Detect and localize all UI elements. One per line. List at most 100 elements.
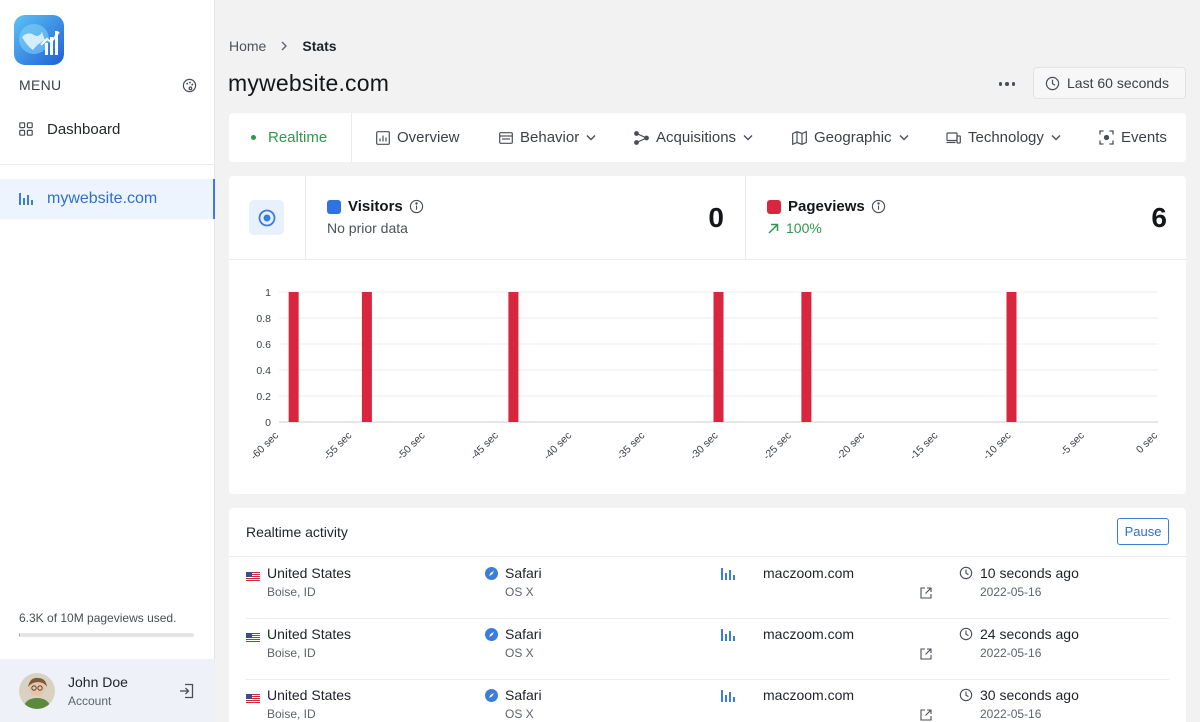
- breadcrumb-current: Stats: [302, 38, 337, 54]
- tab-geographic[interactable]: Geographic: [792, 113, 909, 162]
- realtime-bar-chart: 0 0.2 0.4 0.6 0.8 1 -60 sec -55 sec -50 sec -45 s…: [248, 287, 1160, 463]
- activity-row: United States Boise, ID Safari OS X macz…: [246, 558, 1169, 619]
- x-tick-label: -15 sec: [908, 430, 941, 463]
- tab-divider: [351, 113, 352, 162]
- pageview-bar: [288, 292, 299, 422]
- pageview-bar: [1006, 292, 1017, 422]
- x-tick-label: -5 sec: [1058, 430, 1087, 459]
- clock-icon: [959, 688, 973, 702]
- realtime-chart: 0 0.2 0.4 0.6 0.8 1 -60 sec -55 sec -50 sec -45 s…: [229, 260, 1186, 494]
- realtime-activity-panel: Realtime activity Pause United States Bo…: [229, 508, 1186, 722]
- tab-acquisitions[interactable]: Acquisitions: [634, 113, 753, 162]
- y-tick-label: 1: [265, 287, 271, 299]
- time-range-button[interactable]: Last 60 seconds: [1033, 67, 1186, 99]
- external-link-icon[interactable]: [920, 586, 932, 599]
- map-icon: [792, 130, 807, 145]
- visitors-label: Visitors: [348, 198, 403, 215]
- tab-label: Events: [1121, 129, 1167, 146]
- external-link-icon[interactable]: [920, 708, 932, 721]
- arrow-up-right-icon: [768, 223, 779, 234]
- visitors-metric[interactable]: Visitors No prior data: [327, 198, 424, 236]
- x-tick-label: -30 sec: [688, 430, 721, 463]
- safari-icon: [485, 567, 498, 580]
- info-icon[interactable]: [409, 199, 424, 214]
- tab-label: Realtime: [268, 129, 328, 146]
- visitors-title: Visitors: [327, 198, 424, 215]
- activity-row: United States Boise, ID Safari OS X macz…: [246, 680, 1169, 722]
- pageviews-swatch: [767, 199, 781, 214]
- pause-button[interactable]: Pause: [1117, 518, 1169, 545]
- tab-label: Behavior: [520, 129, 580, 146]
- sidebar-item-website[interactable]: mywebsite.com: [0, 179, 215, 219]
- external-link-icon[interactable]: [920, 647, 932, 660]
- pageviews-title: Pageviews: [767, 198, 886, 215]
- us-flag-icon: [246, 629, 260, 642]
- info-icon[interactable]: [871, 199, 886, 214]
- account-panel[interactable]: John Doe Account: [0, 659, 215, 722]
- pageviews-value: 6: [1151, 202, 1167, 233]
- visitor-os: OS X: [505, 707, 534, 721]
- visited-site: maczoom.com: [763, 687, 855, 703]
- tab-realtime[interactable]: Realtime: [251, 113, 327, 162]
- more-dot-icon: [1011, 82, 1016, 86]
- devices-icon: [946, 131, 961, 144]
- x-tick-label: -20 sec: [834, 430, 867, 463]
- visit-date: 2022-05-16: [980, 646, 1042, 660]
- pageviews-label: Pageviews: [788, 198, 865, 215]
- visitor-country: United States: [267, 687, 352, 703]
- more-dot-icon: [998, 82, 1003, 86]
- us-flag-icon: [246, 690, 260, 703]
- tab-overview[interactable]: Overview: [376, 113, 460, 162]
- sidebar-item-label: mywebsite.com: [47, 190, 158, 207]
- more-options-button[interactable]: [994, 76, 1020, 92]
- breadcrumb-home[interactable]: Home: [229, 38, 266, 54]
- safari-icon: [485, 689, 498, 702]
- app-logo: [14, 15, 64, 65]
- bar-chart-icon[interactable]: [721, 689, 736, 703]
- x-tick-label: -55 sec: [322, 430, 355, 463]
- logout-icon[interactable]: [179, 683, 195, 699]
- live-dot-icon: [251, 135, 256, 140]
- browser-window-icon: [499, 131, 513, 144]
- focus-target-icon: [1099, 130, 1114, 145]
- visit-time: 24 seconds ago: [980, 626, 1079, 642]
- visitor-browser: Safari: [505, 687, 542, 703]
- pageviews-metric[interactable]: Pageviews 100%: [767, 198, 886, 236]
- metric-divider: [745, 176, 746, 260]
- clock-icon: [1045, 76, 1060, 90]
- pageview-bar: [361, 292, 372, 422]
- account-text: John Doe Account: [68, 674, 128, 708]
- visited-site: maczoom.com: [763, 565, 855, 581]
- tab-label: Geographic: [814, 129, 892, 146]
- sidebar-item-dashboard[interactable]: Dashboard: [0, 109, 215, 149]
- visitors-change: No prior data: [327, 220, 408, 236]
- tab-technology[interactable]: Technology: [946, 113, 1061, 162]
- tab-behavior[interactable]: Behavior: [499, 113, 596, 162]
- palette-icon[interactable]: [181, 77, 197, 93]
- sidebar: MENU Dashboard mywebsite.com 6.3K of 10M…: [0, 0, 215, 722]
- breadcrumb: Home Stats: [229, 38, 337, 54]
- pageview-bar: [801, 292, 812, 422]
- sidebar-divider: [0, 164, 215, 165]
- bar-chart-icon[interactable]: [721, 628, 736, 642]
- x-tick-label: -25 sec: [761, 430, 794, 463]
- pageview-bar: [713, 292, 724, 422]
- stats-card: Visitors No prior data 0 Pageviews 100% …: [229, 176, 1186, 494]
- pageview-bar: [508, 292, 519, 422]
- tab-events[interactable]: Events: [1099, 113, 1167, 162]
- tab-label: Acquisitions: [656, 129, 737, 146]
- chevron-down-icon: [743, 134, 753, 141]
- share-nodes-icon: [634, 130, 649, 145]
- visitor-city: Boise, ID: [267, 707, 316, 721]
- visitor-city: Boise, ID: [267, 585, 316, 599]
- usage-text: 6.3K of 10M pageviews used.: [19, 611, 177, 625]
- visit-date: 2022-05-16: [980, 707, 1042, 721]
- metric-divider: [305, 176, 306, 260]
- visitor-os: OS X: [505, 646, 534, 660]
- visitors-value: 0: [708, 202, 724, 233]
- metrics-header: Visitors No prior data 0 Pageviews 100% …: [229, 176, 1186, 260]
- visitor-browser: Safari: [505, 565, 542, 581]
- bar-chart-icon[interactable]: [721, 567, 736, 581]
- sidebar-item-label: Dashboard: [47, 120, 121, 138]
- x-tick-label: -45 sec: [468, 430, 501, 463]
